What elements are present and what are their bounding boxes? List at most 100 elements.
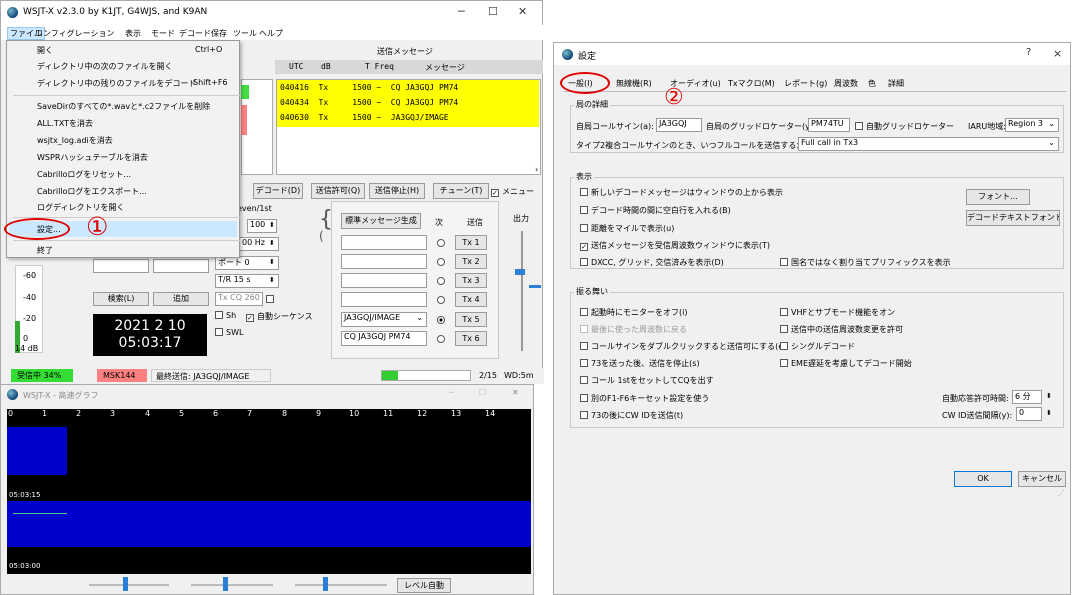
minimize-icon[interactable]: ─ [458, 5, 465, 18]
type2-select[interactable]: Full call in Tx3 ⌄ [798, 137, 1059, 151]
menu-item-open-next[interactable]: ディレクトリ中の次のファイルを開く [37, 61, 172, 72]
menu-item-exit[interactable]: 終了 [37, 245, 53, 256]
maximize-icon[interactable]: ☐ [488, 5, 498, 18]
cwid-spinner[interactable]: 0 [1016, 407, 1042, 421]
menu-item-erase-wspr[interactable]: WSPRハッシュテーブルを消去 [37, 152, 148, 163]
halt-tx-button[interactable]: 送信停止(H) [369, 183, 425, 199]
graph-minimize-icon[interactable]: ─ [449, 388, 454, 397]
decode-font-button[interactable]: デコードテキストフォント... [966, 210, 1060, 226]
display-option[interactable]: ✓ 送信メッセージを受信周波数ウィンドウに表示(T) [580, 240, 770, 251]
tx5-field[interactable]: JA3GQJ/IMAGE ⌄ [341, 312, 427, 327]
auto-level-button[interactable]: レベル自動 [397, 578, 451, 593]
tx3-button[interactable]: Tx 3 [455, 273, 487, 288]
behavior-option[interactable]: 送信中の送信周波数変更を許可 [780, 324, 903, 335]
watchdog-stepper-icon[interactable]: ⬍ [1046, 392, 1052, 400]
tx4-radio[interactable] [437, 296, 445, 304]
tx-cq-spinner[interactable]: Tx CQ 260 [215, 292, 263, 306]
tx4-button[interactable]: Tx 4 [455, 292, 487, 307]
enable-tx-button[interactable]: 送信許可(Q) [311, 183, 365, 199]
tx5-button[interactable]: Tx 5 [455, 312, 487, 327]
tx6-radio[interactable] [437, 335, 445, 343]
tx5-radio[interactable] [437, 316, 445, 324]
cancel-button[interactable]: キャンセル [1018, 471, 1066, 487]
tx-list[interactable] [276, 79, 541, 175]
scroll-right-icon[interactable]: › [535, 165, 538, 174]
tx-row[interactable]: 040434 Tx 1500 ~ CQ JA3GQJ PM74 [280, 98, 458, 107]
menu-help[interactable]: ヘルプ [259, 28, 283, 39]
ok-button[interactable]: OK [954, 471, 1012, 487]
tx2-radio[interactable] [437, 258, 445, 266]
menu-mode[interactable]: モード [151, 28, 175, 39]
slider-2-handle[interactable] [223, 577, 228, 591]
output-slider-handle[interactable] [515, 269, 525, 275]
resize-grip-icon[interactable]: ⋰ [1058, 489, 1065, 497]
add-button[interactable]: 追加 [153, 292, 209, 306]
display-option[interactable]: DXCC, グリッド, 交信済みを表示(D) [580, 257, 724, 268]
iaru-select[interactable]: Region 3 ⌄ [1005, 118, 1059, 132]
cwid-stepper-icon[interactable]: ⬍ [1046, 409, 1052, 417]
tab-frequencies[interactable]: 周波数 [834, 78, 858, 89]
autogrid-checkbox[interactable]: 自動グリッドロケーター [855, 121, 954, 132]
tab-radio[interactable]: 無線機(R) [616, 78, 652, 89]
help-icon[interactable]: ? [1026, 47, 1031, 58]
generate-std-msgs-button[interactable]: 標準メッセージ生成 [341, 213, 421, 229]
tune-button[interactable]: チューン(T) [433, 183, 489, 199]
behavior-option[interactable]: 起動時にモニターをオフ(i) [580, 307, 687, 318]
font-button[interactable]: フォント... [966, 189, 1030, 205]
tx3-field[interactable] [341, 273, 427, 288]
tx-row[interactable]: 040630 Tx 1500 ~ JA3GQJ/IMAGE [280, 113, 449, 122]
grid-input[interactable]: PM74TU [808, 118, 850, 132]
behavior-option[interactable]: 73の後にCW IDを送信(t) [580, 410, 683, 421]
menu-item-decode-remaining[interactable]: ディレクトリ中の残りのファイルをデコード [37, 78, 196, 89]
tab-colors[interactable]: 色 [868, 78, 876, 89]
auto-seq-checkbox[interactable]: ✓ 自動シーケンス [246, 311, 313, 322]
tx4-field[interactable] [341, 292, 427, 307]
menu-item-open-log-dir[interactable]: ログディレクトリを開く [37, 202, 124, 213]
behavior-option[interactable]: 別のF1-F6キーセット設定を使う [580, 393, 709, 404]
tab-advanced[interactable]: 詳細 [888, 78, 904, 89]
behavior-option[interactable]: 最後に使った周波数に戻る [580, 324, 687, 335]
tab-reporting[interactable]: レポート(g) [784, 78, 827, 89]
prefix-option[interactable]: 国名ではなく割り当てプリフィックスを表示 [780, 257, 951, 268]
menu-item-open[interactable]: 開く [37, 45, 53, 56]
tx-cq-checkbox[interactable] [266, 295, 274, 303]
menu-tools[interactable]: ツール [233, 28, 257, 39]
dx-grid-field[interactable] [153, 259, 209, 273]
behavior-option[interactable]: EME遅延を考慮してデコード開始 [780, 358, 912, 369]
tx2-field[interactable] [341, 254, 427, 269]
decode-button[interactable]: デコード(D) [253, 183, 303, 199]
menu-save[interactable]: 保存 [211, 28, 227, 39]
display-option[interactable]: デコード時間の間に空白行を入れる(B) [580, 205, 731, 216]
watchdog-spinner[interactable]: 6 分 [1012, 390, 1042, 404]
tx1-radio[interactable] [437, 239, 445, 247]
display-option[interactable]: 新しいデコードメッセージはウィンドウの上から表示 [580, 187, 783, 198]
menus-checkbox[interactable]: ✓ メニュー [491, 186, 534, 197]
tx3-radio[interactable] [437, 277, 445, 285]
settings-close-icon[interactable]: × [1053, 47, 1062, 60]
dx-call-field[interactable] [93, 259, 149, 273]
behavior-option[interactable]: コール 1stをセットしてCQを出す [580, 375, 714, 386]
tx-row[interactable]: 040416 Tx 1500 ~ CQ JA3GQJ PM74 [280, 83, 458, 92]
tx6-field[interactable]: CQ JA3GQJ PM74 [341, 331, 427, 346]
menu-item-erase-log[interactable]: wsjtx_log.adiを消去 [37, 135, 113, 146]
dropdown-chevron-icon[interactable]: ⌄ [416, 313, 423, 322]
behavior-option[interactable]: 73を送った後、送信を停止(s) [580, 358, 700, 369]
search-button[interactable]: 検索(L) [93, 292, 149, 306]
menu-item-erase-all[interactable]: ALL.TXTを消去 [37, 118, 93, 129]
display-option[interactable]: 距離をマイルで表示(u) [580, 223, 674, 234]
menu-view[interactable]: 表示 [125, 28, 141, 39]
callsign-input[interactable]: JA3GQJ [656, 118, 702, 132]
slider-3-handle[interactable] [323, 577, 328, 591]
tx1-button[interactable]: Tx 1 [455, 235, 487, 250]
tx2-button[interactable]: Tx 2 [455, 254, 487, 269]
slider-1-handle[interactable] [123, 577, 128, 591]
close-icon[interactable]: ✕ [518, 5, 527, 18]
behavior-option[interactable]: VHFとサブモード機能をオン [780, 307, 895, 318]
menu-decode[interactable]: デコード [179, 28, 211, 39]
behavior-option[interactable]: シングルデコード [780, 341, 855, 352]
menu-config[interactable]: コンフィグレーション [35, 28, 114, 39]
behavior-option[interactable]: コールサインをダブルクリックすると送信可にする(e) [580, 341, 786, 352]
sh-checkbox[interactable]: Sh [215, 311, 236, 320]
graph-maximize-icon[interactable]: ☐ [479, 388, 486, 397]
tx1-field[interactable] [341, 235, 427, 250]
